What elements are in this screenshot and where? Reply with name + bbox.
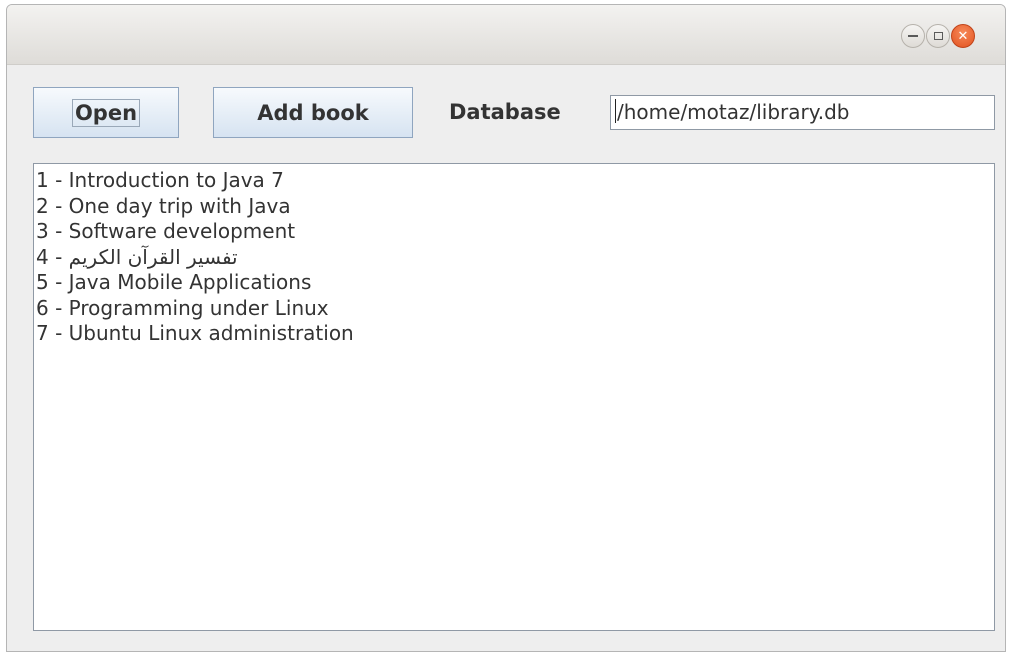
list-item[interactable]: 6 - Programming under Linux [36, 296, 992, 322]
open-button[interactable]: Open [33, 87, 179, 138]
close-button[interactable]: ✕ [951, 24, 975, 48]
maximize-icon [933, 32, 943, 40]
list-item[interactable]: 5 - Java Mobile Applications [36, 270, 992, 296]
list-item[interactable]: 3 - Software development [36, 219, 992, 245]
database-label: Database [449, 100, 561, 124]
title-bar[interactable]: ✕ [7, 5, 1005, 65]
open-button-label: Open [71, 98, 141, 127]
close-icon: ✕ [957, 28, 969, 44]
list-item[interactable]: 2 - One day trip with Java [36, 194, 992, 220]
database-path-input[interactable]: /home/motaz/library.db [610, 95, 995, 130]
list-item[interactable]: 1 - Introduction to Java 7 [36, 168, 992, 194]
list-item[interactable]: 7 - Ubuntu Linux administration [36, 321, 992, 347]
database-path-value: /home/motaz/library.db [617, 100, 850, 124]
app-window: ✕ Open Add book Database /home/motaz/lib… [6, 4, 1006, 652]
add-book-button-label: Add book [257, 100, 369, 125]
add-book-button[interactable]: Add book [213, 87, 413, 138]
list-item[interactable]: 4 - تفسير القرآن الكريم [36, 245, 992, 271]
minimize-icon [908, 35, 918, 37]
text-caret [615, 99, 616, 123]
book-list[interactable]: 1 - Introduction to Java 7 2 - One day t… [33, 163, 995, 631]
maximize-button[interactable] [926, 24, 950, 48]
minimize-button[interactable] [901, 24, 925, 48]
